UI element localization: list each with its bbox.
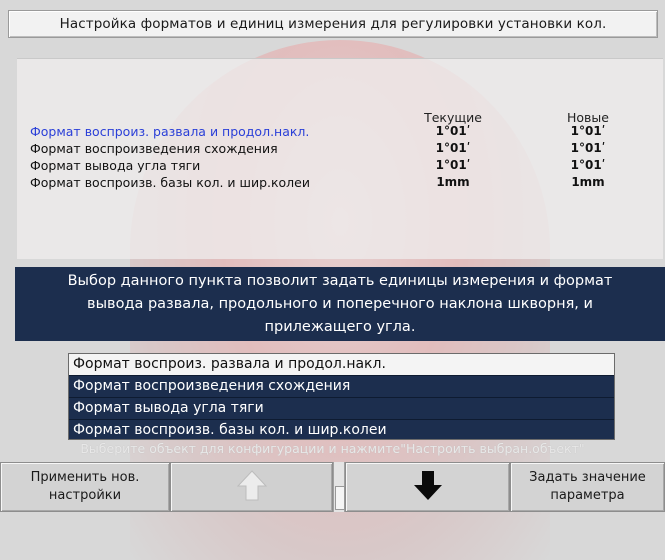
apply-settings-button[interactable]: Применить нов. настройки [0,462,170,512]
separator-knob [335,486,345,510]
format-row-wheelbase-current: 1mm [436,175,470,189]
selection-list[interactable]: Формат воспроиз. развала и продол.накл. … [68,353,615,440]
format-row-camber-current: 1°01ʹ [435,124,471,138]
list-item[interactable]: Формат вывода угла тяги [69,398,614,420]
format-row-toe-new: 1°01ʹ [570,141,606,155]
button-separator [333,462,345,512]
format-row-toe-current: 1°01ʹ [435,141,471,155]
list-item[interactable]: Формат воспроизв. базы кол. и шир.колеи [69,420,614,441]
format-row-camber-label[interactable]: Формат воспроиз. развала и продол.накл. [30,124,309,139]
format-row-camber-new: 1°01ʹ [570,124,606,138]
column-header-current: Текущие [424,110,482,125]
format-row-thrust-new: 1°01ʹ [570,158,606,172]
format-row-thrust-current: 1°01ʹ [435,158,471,172]
set-button-label-line2: параметра [550,488,625,503]
set-parameter-value-button[interactable]: Задать значение параметра [510,462,665,512]
description-line-2: вывода развала, продольного и поперечног… [87,296,593,312]
arrow-up-icon [236,470,267,501]
apply-button-label-line2: настройки [48,488,122,503]
format-row-toe-label[interactable]: Формат воспроизведения схождения [30,141,278,156]
description-line-1: Выбор данного пункта позволит задать еди… [67,273,613,289]
apply-button-label-line1: Применить нов. [30,470,140,485]
list-item[interactable]: Формат воспроизведения схождения [69,376,614,398]
set-button-label-line1: Задать значение [529,470,646,485]
description-line-3: прилежащего угла. [264,319,416,335]
description-box: Выбор данного пункта позволит задать еди… [15,267,665,341]
move-up-button[interactable] [170,462,333,512]
list-item[interactable]: Формат воспроиз. развала и продол.накл. [69,354,614,376]
format-row-wheelbase-new: 1mm [571,175,605,189]
move-down-button[interactable] [345,462,510,512]
format-row-wheelbase-label[interactable]: Формат воспроизв. базы кол. и шир.колеи [30,175,310,190]
column-header-new: Новые [567,110,609,125]
hint-text: Выберите объект для конфигурации и нажми… [80,441,585,456]
page-title: Настройка форматов и единиц измерения дл… [8,10,658,38]
arrow-down-icon [413,471,442,500]
format-row-thrust-label[interactable]: Формат вывода угла тяги [30,158,200,173]
